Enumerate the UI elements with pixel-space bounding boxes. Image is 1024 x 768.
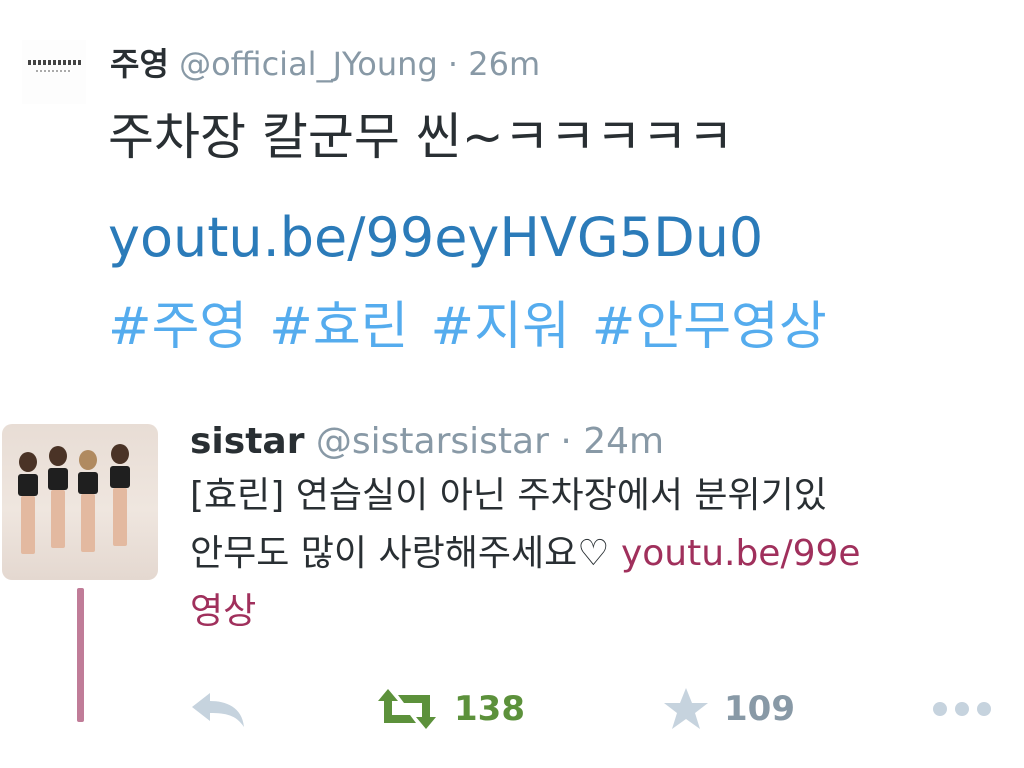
- tweet1-author-handle[interactable]: @official_JYoung: [179, 45, 438, 83]
- star-icon: [664, 688, 708, 729]
- tweet1-text: 주차장 칼군무 씬~ㅋㅋㅋㅋㅋ: [108, 108, 734, 166]
- person-figure: [16, 452, 40, 562]
- conversation-thread-line: [77, 588, 84, 722]
- retweet-icon: [378, 689, 436, 729]
- tweet2-separator: ·: [560, 421, 572, 462]
- tweet1-timestamp[interactable]: 26m: [468, 45, 540, 83]
- retweet-count: 138: [454, 689, 525, 729]
- reply-button[interactable]: [188, 682, 248, 736]
- tweet1-author-name[interactable]: 주영: [110, 45, 169, 83]
- more-dots-icon: [933, 702, 991, 716]
- tweet2-author-name[interactable]: sistar: [190, 421, 304, 462]
- tweet2-text-line2: 안무도 많이 사랑해주세요♡ youtu.be/99e: [190, 530, 861, 578]
- person-figure: [46, 446, 70, 556]
- tweet2-text-segment: 안무도 많이 사랑해주세요♡: [190, 533, 621, 574]
- tweet2-link[interactable]: youtu.be/99e: [621, 533, 861, 574]
- tweet2-text-line3[interactable]: 영상: [190, 588, 256, 636]
- favorite-count: 109: [724, 689, 795, 729]
- person-figure: [76, 450, 100, 560]
- sistar-avatar[interactable]: [2, 424, 158, 580]
- hashtag-link[interactable]: #안무영상: [592, 297, 827, 357]
- hashtag-link[interactable]: #지워: [431, 297, 570, 357]
- tweet2-timestamp[interactable]: 24m: [583, 421, 664, 462]
- hashtag-link[interactable]: #주영: [108, 297, 247, 357]
- tweet1-header: 주영 @official_JYoung · 26m: [110, 42, 540, 86]
- tweet2-header: sistar @sistarsistar · 24m: [190, 420, 664, 464]
- tweet2-author-handle[interactable]: @sistarsistar: [316, 421, 549, 462]
- tweet1-separator: ·: [447, 45, 459, 83]
- more-options-button[interactable]: [930, 682, 994, 736]
- tweet1-hashtags: #주영 #효린 #지워 #안무영상: [108, 292, 849, 362]
- reply-icon: [192, 693, 244, 727]
- jyoung-logo-icon: [28, 60, 82, 65]
- retweet-button[interactable]: 138: [374, 682, 525, 736]
- jyoung-avatar[interactable]: [22, 40, 86, 104]
- hashtag-link[interactable]: #효린: [269, 297, 408, 357]
- tweet1-link[interactable]: youtu.be/99eyHVG5Du0: [108, 202, 763, 274]
- person-figure: [108, 444, 132, 554]
- tweet2-text-line1: [효린] 연습실이 아닌 주차장에서 분위기있: [190, 475, 827, 516]
- favorite-button[interactable]: 109: [662, 682, 795, 736]
